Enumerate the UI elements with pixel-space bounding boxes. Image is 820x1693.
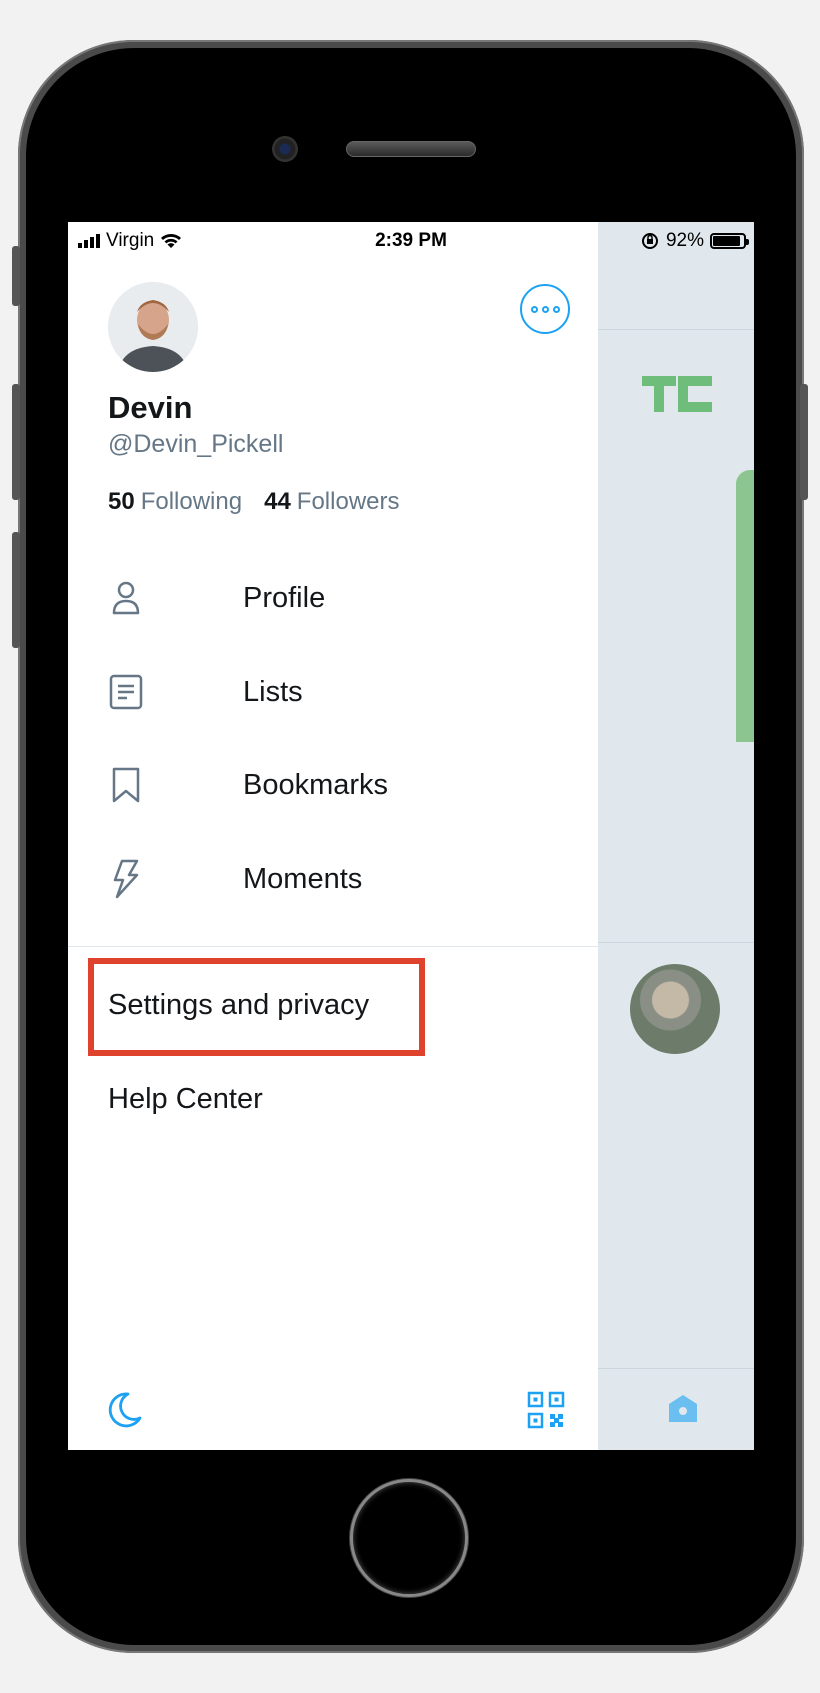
settings-and-privacy-link[interactable]: Settings and privacy <box>108 989 369 1022</box>
media-preview <box>736 470 754 742</box>
profile-name: Devin <box>108 390 193 425</box>
battery-percent: 92% <box>665 230 704 251</box>
status-bar: Virgin 2:39 PM 92% <box>68 222 754 260</box>
night-mode-icon[interactable] <box>104 1390 144 1430</box>
power-button <box>800 384 808 500</box>
menu-item-profile[interactable]: Profile <box>106 568 325 628</box>
followers-link[interactable]: 44 Followers <box>264 488 399 516</box>
menu-item-label: Lists <box>243 675 303 708</box>
menu-item-label: Profile <box>243 581 326 614</box>
mute-switch <box>12 246 20 306</box>
side-drawer: Devin @Devin_Pickell 50 Following 44 Follo… <box>68 222 598 1450</box>
menu-item-moments[interactable]: Moments <box>106 849 362 909</box>
volume-up-button <box>12 384 20 500</box>
divider <box>68 946 598 947</box>
person-icon <box>112 581 140 615</box>
orientation-lock-icon <box>641 233 658 249</box>
home-tab-icon[interactable] <box>666 1392 700 1426</box>
follow-stats: 50 Following 44 Followers <box>108 488 400 516</box>
list-icon <box>109 674 143 710</box>
menu-item-lists[interactable]: Lists <box>106 662 303 722</box>
profile-handle: @Devin_Pickell <box>108 430 284 458</box>
more-options-button[interactable] <box>520 284 570 334</box>
following-link[interactable]: 50 Following <box>108 488 242 516</box>
lightning-icon <box>113 859 139 899</box>
help-center-link[interactable]: Help Center <box>108 1083 263 1116</box>
front-camera <box>272 136 298 162</box>
menu-item-bookmarks[interactable]: Bookmarks <box>106 755 388 815</box>
battery-icon <box>710 233 749 249</box>
volume-down-button <box>12 532 20 648</box>
avatar[interactable] <box>108 282 198 372</box>
screen: Virgin 2:39 PM 92% Devin @Devin_Pickell … <box>68 222 754 1450</box>
tweet-avatar <box>630 964 720 1054</box>
home-button[interactable] <box>350 1479 468 1597</box>
qr-code-icon[interactable] <box>526 1390 566 1430</box>
techcrunch-logo <box>642 376 712 412</box>
menu-item-label: Moments <box>243 862 363 895</box>
earpiece-speaker <box>346 141 476 157</box>
menu-item-label: Bookmarks <box>243 768 389 801</box>
timeline-background <box>598 222 754 1450</box>
bookmark-icon <box>112 767 140 803</box>
